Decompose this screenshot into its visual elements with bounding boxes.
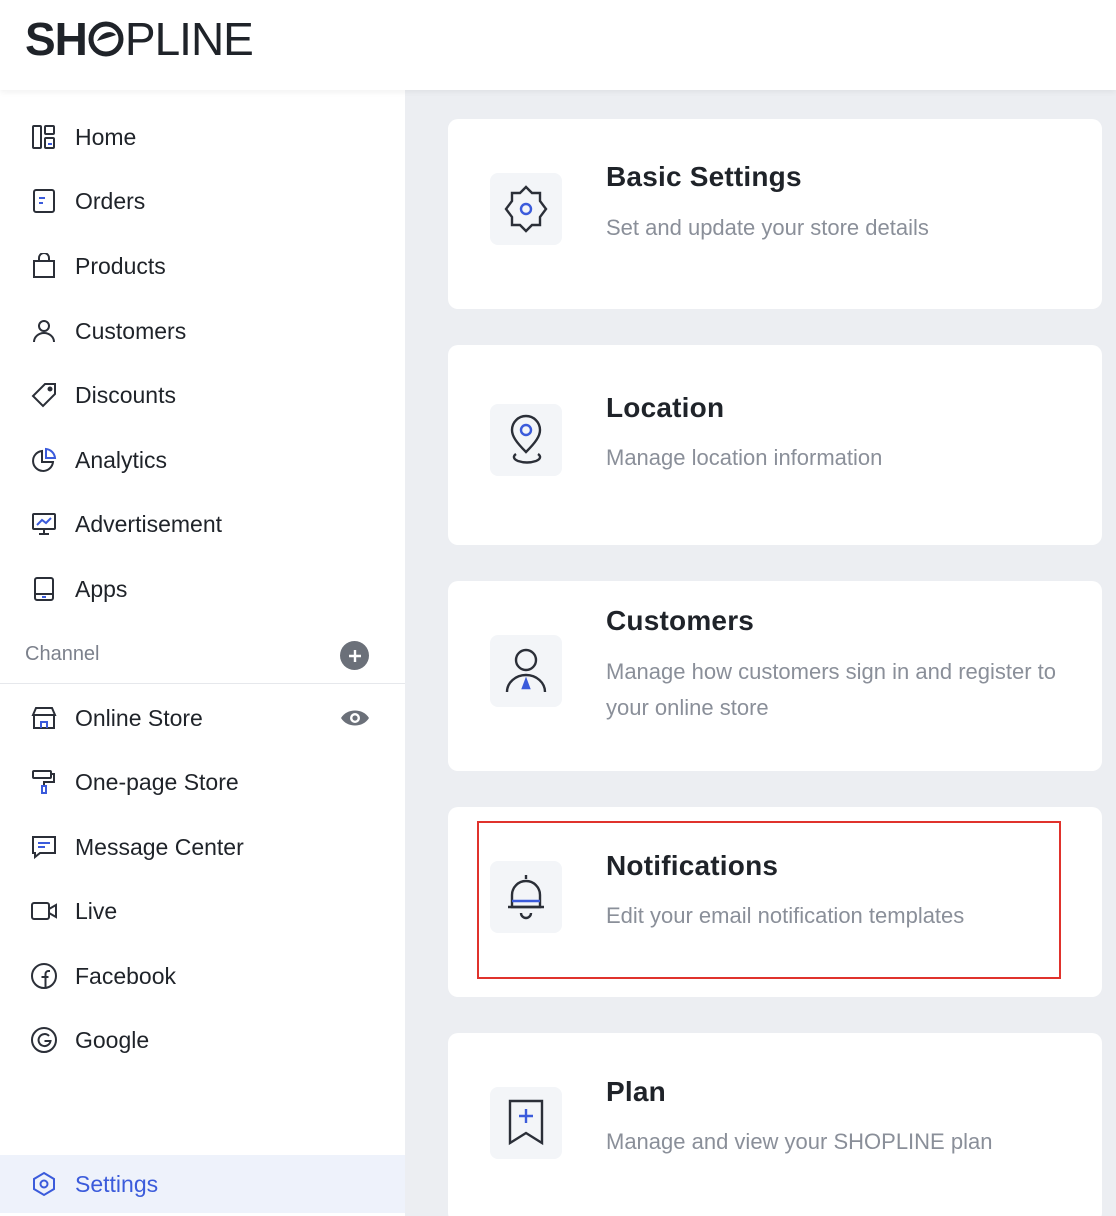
- eye-icon: [341, 710, 369, 726]
- sidebar-item-label: Online Store: [75, 704, 203, 731]
- card-description: Edit your email notification templates: [606, 903, 965, 928]
- card-description: Manage and view your SHOPLINE plan: [606, 1129, 993, 1154]
- sidebar-item-label: Customers: [75, 317, 187, 344]
- sidebar-item-label: Home: [75, 123, 137, 150]
- sidebar-item-customers[interactable]: Customers: [0, 302, 405, 360]
- plus-icon: [348, 649, 361, 662]
- card-notifications[interactable]: Notifications Edit your email notificati…: [448, 807, 1102, 997]
- paint-roller-icon: [30, 768, 58, 796]
- google-icon: [30, 1026, 58, 1054]
- sidebar-item-one-page-store[interactable]: One-page Store: [0, 753, 405, 811]
- customer-icon: [490, 635, 562, 707]
- sidebar-item-message-center[interactable]: Message Center: [0, 818, 405, 876]
- card-plan[interactable]: Plan Manage and view your SHOPLINE plan: [448, 1033, 1102, 1216]
- card-description: Manage location information: [606, 445, 883, 470]
- card-title: Basic Settings: [606, 161, 802, 192]
- monitor-chart-icon: [30, 510, 58, 538]
- video-camera-icon: [30, 897, 58, 925]
- shopline-logo[interactable]: SH PLINE: [25, 13, 254, 65]
- logo-o-mark-icon: [88, 21, 124, 57]
- gear-icon: [490, 173, 562, 245]
- tag-icon: [30, 381, 58, 409]
- card-description: Manage how customers sign in and registe…: [606, 659, 1057, 720]
- sidebar-item-advertisement[interactable]: Advertisement: [0, 495, 405, 553]
- tablet-icon: [30, 575, 58, 603]
- settings-hexagon-icon: [30, 1170, 58, 1198]
- person-icon: [30, 317, 58, 345]
- sidebar-item-analytics[interactable]: Analytics: [0, 431, 405, 489]
- preview-eye-button[interactable]: [340, 703, 370, 733]
- sidebar-item-apps[interactable]: Apps: [0, 560, 405, 618]
- top-bar: SH PLINE: [0, 0, 1116, 90]
- storefront-icon: [30, 704, 58, 732]
- sidebar-item-label: Analytics: [75, 446, 168, 473]
- sidebar-item-label: Advertisement: [75, 510, 223, 537]
- sidebar-item-orders[interactable]: Orders: [0, 172, 405, 230]
- sidebar-item-settings[interactable]: Settings: [0, 1155, 405, 1213]
- card-customers[interactable]: Customers Manage how customers sign in a…: [448, 581, 1102, 771]
- card-description: Set and update your store details: [606, 215, 929, 240]
- sidebar-item-label: Settings: [75, 1170, 159, 1197]
- sidebar-item-label: Google: [75, 1026, 150, 1053]
- bookmark-plus-icon: [490, 1087, 562, 1159]
- channel-section-header: Channel: [0, 626, 405, 684]
- add-channel-button[interactable]: [340, 641, 369, 670]
- sidebar-item-label: Facebook: [75, 962, 177, 989]
- message-icon: [30, 833, 58, 861]
- dashboard-icon: [30, 123, 58, 151]
- facebook-icon: [30, 962, 58, 990]
- sidebar-item-label: Orders: [75, 187, 146, 214]
- settings-content: Basic Settings Set and update your store…: [405, 90, 1116, 1216]
- channel-label: Channel: [25, 643, 100, 665]
- location-pin-icon: [490, 404, 562, 476]
- card-basic-settings[interactable]: Basic Settings Set and update your store…: [448, 119, 1102, 309]
- bag-icon: [30, 252, 58, 280]
- sidebar-item-google[interactable]: Google: [0, 1011, 405, 1069]
- card-title: Location: [606, 392, 725, 423]
- sidebar-item-discounts[interactable]: Discounts: [0, 366, 405, 424]
- sidebar-item-live[interactable]: Live: [0, 882, 405, 940]
- bell-icon: [490, 861, 562, 933]
- logo-text-right: PLINE: [124, 13, 254, 65]
- card-title: Notifications: [606, 850, 779, 881]
- sidebar: Home Orders Products Customers Discounts…: [0, 90, 405, 1216]
- card-title: Plan: [606, 1076, 666, 1107]
- sidebar-item-home[interactable]: Home: [0, 108, 405, 166]
- card-location[interactable]: Location Manage location information: [448, 345, 1102, 545]
- sidebar-item-label: Live: [75, 897, 118, 924]
- sidebar-item-label: Apps: [75, 575, 128, 602]
- sidebar-item-online-store[interactable]: Online Store: [0, 689, 405, 747]
- sidebar-item-label: Discounts: [75, 381, 176, 408]
- orders-icon: [30, 187, 58, 215]
- sidebar-item-facebook[interactable]: Facebook: [0, 947, 405, 1005]
- sidebar-item-label: Message Center: [75, 833, 244, 860]
- card-title: Customers: [606, 605, 755, 636]
- logo-text-left: SH: [25, 13, 88, 65]
- pie-chart-icon: [30, 446, 58, 474]
- sidebar-item-products[interactable]: Products: [0, 237, 405, 295]
- sidebar-item-label: One-page Store: [75, 768, 239, 795]
- sidebar-item-label: Products: [75, 252, 166, 279]
